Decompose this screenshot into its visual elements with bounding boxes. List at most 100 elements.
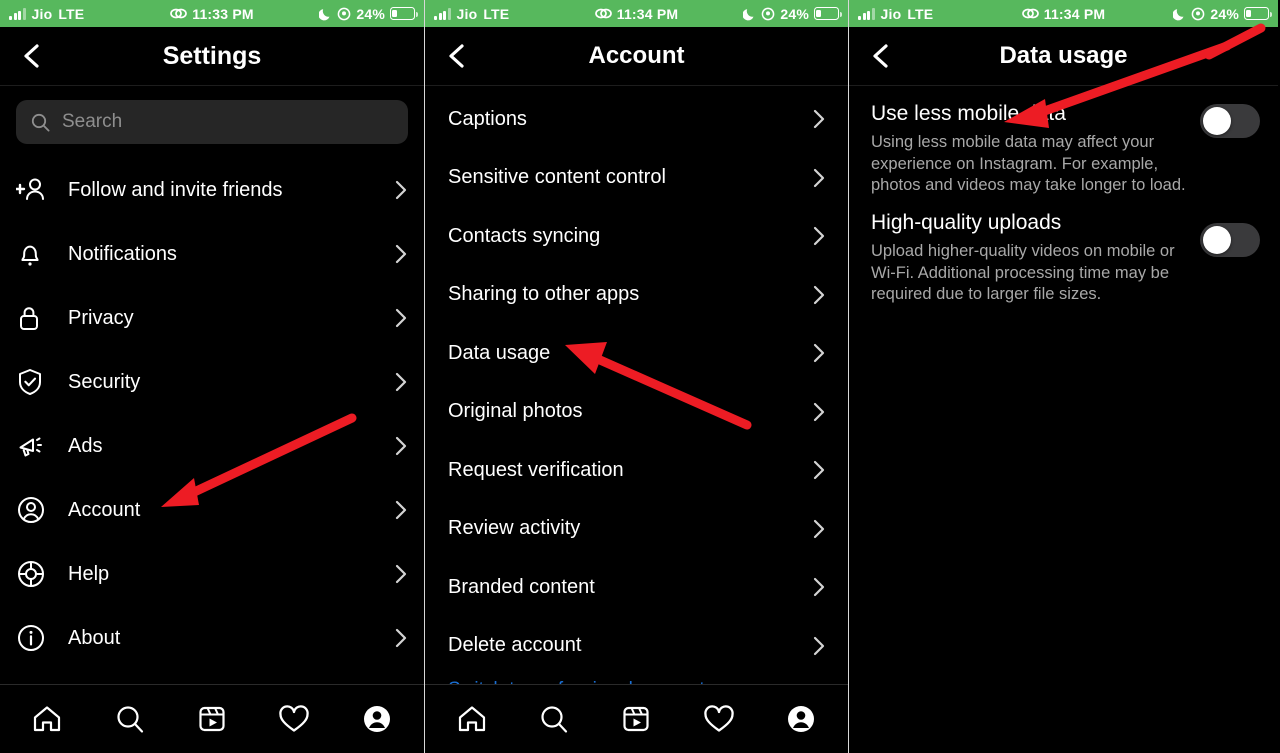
chevron-right-icon	[812, 401, 826, 423]
tab-home[interactable]	[18, 694, 76, 744]
lifebuoy-icon	[16, 559, 56, 589]
setting-description: Using less mobile data may affect your e…	[871, 132, 1186, 195]
nav-header-data-usage: Data usage	[849, 27, 1278, 85]
moon-icon	[1173, 8, 1184, 20]
sidebar-item-ads[interactable]: Ads	[0, 414, 424, 478]
list-item-captions[interactable]: Captions	[425, 90, 848, 149]
list-item-sensitive-content-control[interactable]: Sensitive content control	[425, 149, 848, 208]
clock-label: 11:34 PM	[1043, 5, 1106, 22]
battery-icon	[1244, 7, 1272, 20]
heart-icon	[703, 705, 734, 732]
search-input[interactable]: Search	[16, 100, 408, 144]
search-container: Search	[0, 86, 424, 152]
tab-home[interactable]	[443, 694, 501, 744]
list-item-review-activity[interactable]: Review activity	[425, 500, 848, 559]
carrier-label: Jio	[880, 5, 902, 22]
chevron-left-icon	[873, 44, 888, 68]
carrier-label: Jio	[31, 5, 53, 22]
back-button[interactable]	[441, 41, 471, 71]
chevron-right-icon	[812, 342, 826, 364]
screen-record-icon	[1021, 8, 1039, 19]
toggle-knob	[1203, 226, 1231, 254]
status-bar-right: 24%	[1173, 5, 1272, 22]
profile-avatar-icon	[363, 706, 390, 732]
bottom-tabbar-settings	[0, 684, 424, 753]
tab-activity[interactable]	[265, 694, 323, 744]
carrier-label: Jio	[456, 5, 478, 22]
list-item-label: Original photos	[448, 400, 583, 423]
tab-reels[interactable]	[607, 694, 665, 744]
toggle-column	[1200, 102, 1260, 257]
chevron-right-icon	[812, 576, 826, 598]
toggle-high-quality-uploads[interactable]	[1200, 223, 1260, 257]
status-bar-settings: Jio LTE 11:33 PM 24%	[0, 0, 424, 27]
clock-label: 11:33 PM	[192, 5, 254, 22]
list-item-label: Request verification	[448, 458, 624, 481]
data-usage-body: Use less mobile data Using less mobile d…	[849, 86, 1278, 753]
search-icon	[31, 113, 50, 132]
setting-text-block: Use less mobile data Using less mobile d…	[871, 102, 1190, 306]
toggle-knob	[1203, 107, 1231, 135]
tab-search[interactable]	[525, 694, 583, 744]
signal-bars-icon	[858, 7, 875, 20]
profile-avatar-icon	[787, 706, 814, 732]
chevron-left-icon	[449, 44, 464, 68]
tab-profile[interactable]	[348, 694, 406, 744]
tab-search[interactable]	[101, 694, 159, 744]
status-bar-left: Jio LTE	[858, 6, 933, 22]
setting-use-less-mobile-data: Use less mobile data Using less mobile d…	[871, 102, 1260, 306]
panel-settings: Jio LTE 11:33 PM 24% Settings Search Fol…	[0, 0, 424, 753]
reels-icon	[623, 706, 650, 732]
account-list: Captions Sensitive content control Conta…	[425, 86, 848, 684]
sidebar-item-label: Follow and invite friends	[68, 178, 283, 201]
shield-check-icon	[16, 367, 56, 397]
list-item-label: Contacts syncing	[448, 224, 601, 247]
status-bar-right: 24%	[743, 6, 842, 22]
screen-record-icon	[170, 8, 188, 19]
page-title: Account	[588, 42, 685, 69]
bell-icon	[16, 239, 56, 269]
chevron-right-icon	[812, 459, 826, 481]
search-placeholder: Search	[62, 111, 123, 132]
list-item-data-usage[interactable]: Data usage	[425, 324, 848, 383]
lock-icon	[16, 303, 56, 333]
battery-percent-label: 24%	[1210, 5, 1239, 22]
sidebar-item-account[interactable]: Account	[0, 478, 424, 542]
toggle-use-less-mobile-data[interactable]	[1200, 104, 1260, 138]
sidebar-item-privacy[interactable]: Privacy	[0, 286, 424, 350]
chevron-right-icon	[394, 179, 408, 201]
list-item-branded-content[interactable]: Branded content	[425, 558, 848, 617]
chevron-right-icon	[812, 518, 826, 540]
chevron-right-icon	[394, 563, 408, 585]
setting-description: Upload higher-quality videos on mobile o…	[871, 241, 1175, 304]
list-item-delete-account[interactable]: Delete account	[425, 617, 848, 676]
list-item-sharing-to-other-apps[interactable]: Sharing to other apps	[425, 266, 848, 325]
sidebar-item-help[interactable]: Help	[0, 542, 424, 606]
back-button[interactable]	[16, 41, 46, 71]
sidebar-item-follow-and-invite-friends[interactable]: Follow and invite friends	[0, 158, 424, 222]
sidebar-item-label: Account	[68, 498, 141, 521]
settings-list: Follow and invite friends Notifications	[0, 152, 424, 670]
tab-profile[interactable]	[772, 694, 830, 744]
network-label: LTE	[907, 5, 934, 22]
list-item-contacts-syncing[interactable]: Contacts syncing	[425, 207, 848, 266]
chevron-right-icon	[812, 635, 826, 657]
battery-percent-label: 24%	[356, 5, 385, 22]
home-icon	[34, 706, 61, 732]
tab-reels[interactable]	[183, 694, 241, 744]
tab-activity[interactable]	[690, 694, 748, 744]
sidebar-item-security[interactable]: Security	[0, 350, 424, 414]
sidebar-item-notifications[interactable]: Notifications	[0, 222, 424, 286]
sidebar-item-about[interactable]: About	[0, 606, 424, 670]
back-button[interactable]	[865, 41, 895, 71]
switch-to-professional-account-link[interactable]: Switch to professional account	[425, 675, 848, 684]
screen-record-icon	[594, 8, 612, 19]
reels-icon	[199, 706, 225, 732]
search-icon	[116, 706, 143, 733]
list-item-original-photos[interactable]: Original photos	[425, 383, 848, 442]
data-usage-settings: Use less mobile data Using less mobile d…	[849, 86, 1278, 306]
list-item-label: Data usage	[448, 341, 551, 364]
list-item-request-verification[interactable]: Request verification	[425, 441, 848, 500]
status-bar-left: Jio LTE	[434, 6, 509, 22]
status-bar-account: Jio LTE 11:34 PM 24%	[425, 0, 848, 27]
